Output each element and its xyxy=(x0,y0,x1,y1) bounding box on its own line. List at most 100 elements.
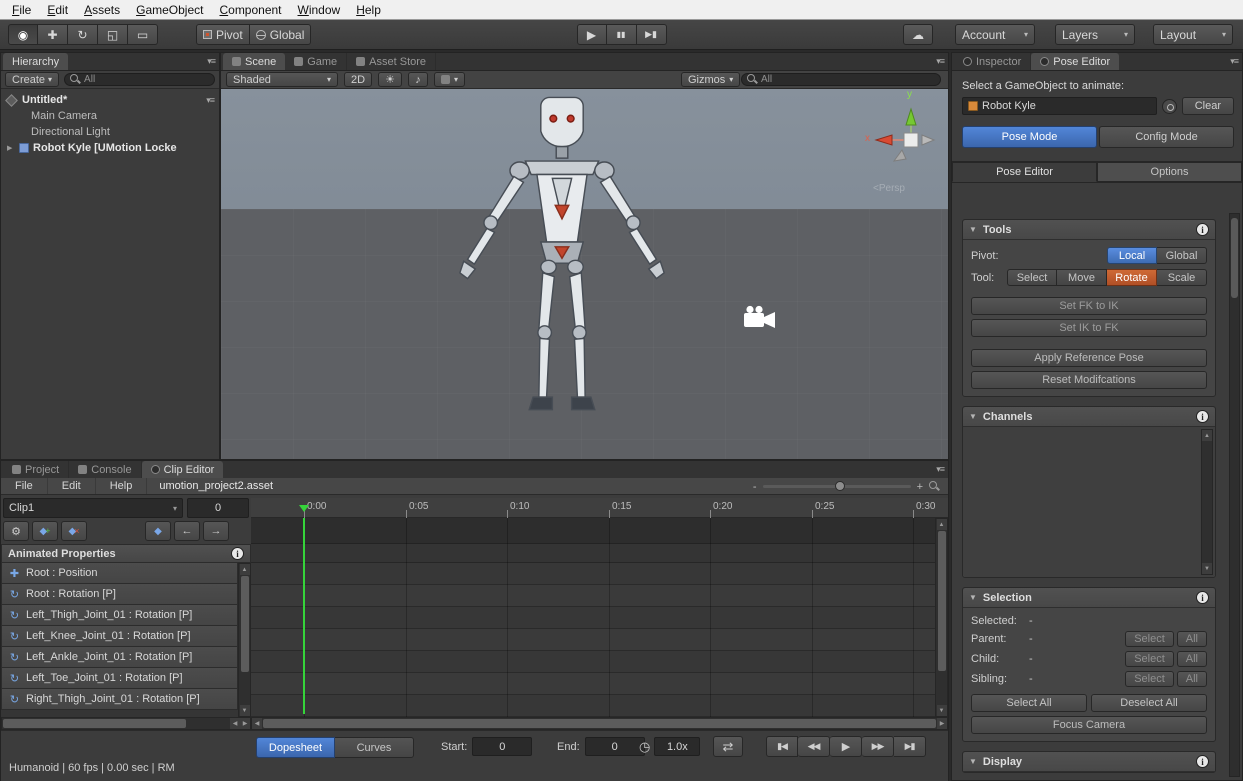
scroll-up-icon[interactable]: ▲ xyxy=(937,519,947,530)
scroll-down-icon[interactable]: ▼ xyxy=(240,705,250,716)
layers-dropdown[interactable]: Layers▾ xyxy=(1055,24,1135,45)
pose-mode-button[interactable]: Pose Mode xyxy=(962,126,1097,148)
property-row-left-ankle[interactable]: ↻ Left_Ankle_Joint_01 : Rotation [P] xyxy=(1,646,238,668)
clip-menu-edit[interactable]: Edit xyxy=(48,478,96,494)
timeline-row[interactable] xyxy=(251,607,937,629)
timeline-row[interactable] xyxy=(251,563,937,585)
apply-reference-pose-button[interactable]: Apply Reference Pose xyxy=(971,349,1207,367)
scroll-right-icon[interactable]: ▶ xyxy=(240,718,250,729)
info-icon[interactable]: i xyxy=(1196,591,1209,604)
tool-move-button[interactable]: Move xyxy=(1057,269,1107,286)
effects-dropdown-button[interactable]: ▾ xyxy=(434,72,465,87)
pause-button[interactable]: ▮▮ xyxy=(607,24,637,45)
scrollbar-thumb[interactable] xyxy=(1231,218,1238,298)
focus-camera-button[interactable]: Focus Camera xyxy=(971,716,1207,734)
menu-file[interactable]: File xyxy=(4,2,39,18)
play-button[interactable]: ▶ xyxy=(577,24,607,45)
hierarchy-search-input[interactable]: All xyxy=(64,73,215,86)
property-row-root-rotation[interactable]: ↻ Root : Rotation [P] xyxy=(1,583,238,605)
hierarchy-item-main-camera[interactable]: Main Camera xyxy=(1,108,219,124)
info-icon[interactable]: i xyxy=(231,547,244,560)
scroll-up-icon[interactable]: ▲ xyxy=(1202,430,1212,441)
tab-hierarchy[interactable]: Hierarchy xyxy=(3,53,68,70)
end-frame-field[interactable]: 0 xyxy=(585,737,645,756)
menu-edit[interactable]: Edit xyxy=(39,2,76,18)
timeline-row[interactable] xyxy=(251,629,937,651)
timeline-row[interactable] xyxy=(251,695,937,717)
pose-editor-panel-menu-icon[interactable]: ▾≡ xyxy=(1230,56,1238,67)
properties-scrollbar[interactable]: ▲ ▼ xyxy=(238,563,251,717)
property-row-left-toe[interactable]: ↻ Left_Toe_Joint_01 : Rotation [P] xyxy=(1,667,238,689)
zoom-in-label[interactable]: + xyxy=(917,481,923,493)
scroll-down-icon[interactable]: ▼ xyxy=(937,705,947,716)
perspective-label[interactable]: <Persp xyxy=(873,183,905,194)
property-row-left-knee[interactable]: ↻ Left_Knee_Joint_01 : Rotation [P] xyxy=(1,625,238,647)
tab-game[interactable]: Game xyxy=(285,53,347,70)
hierarchy-scene-row[interactable]: Untitled* ▾≡ xyxy=(1,92,219,108)
property-row-left-thigh[interactable]: ↻ Left_Thigh_Joint_01 : Rotation [P] xyxy=(1,604,238,626)
tools-section-header[interactable]: ▼ Tools i xyxy=(963,220,1215,240)
info-icon[interactable]: i xyxy=(1196,410,1209,423)
channels-list[interactable]: ▲ ▼ xyxy=(963,427,1215,577)
scroll-left-icon[interactable]: ◀ xyxy=(230,718,240,729)
parent-all-button[interactable]: All xyxy=(1177,631,1207,647)
step-button[interactable]: ▶▮ xyxy=(637,24,667,45)
properties-hscrollbar[interactable]: ◀ ▶ xyxy=(1,717,251,730)
child-all-button[interactable]: All xyxy=(1177,651,1207,667)
tab-scene[interactable]: Scene xyxy=(223,53,285,70)
zoom-search-icon[interactable] xyxy=(929,481,940,492)
info-icon[interactable]: i xyxy=(1196,223,1209,236)
scroll-left-icon[interactable]: ◀ xyxy=(252,718,262,729)
keyframe-strip[interactable] xyxy=(251,518,937,544)
tab-inspector[interactable]: Inspector xyxy=(954,53,1031,70)
menu-help[interactable]: Help xyxy=(348,2,389,18)
tab-project[interactable]: Project xyxy=(3,461,69,478)
tab-clip-editor[interactable]: Clip Editor xyxy=(142,461,224,478)
scene-panel-menu-icon[interactable]: ▾≡ xyxy=(936,56,944,67)
scrollbar-thumb[interactable] xyxy=(938,531,946,671)
timeline-area[interactable] xyxy=(251,518,937,717)
pivot-toggle-button[interactable]: Pivot xyxy=(196,24,250,45)
rotate-tool-button[interactable]: ↻ xyxy=(68,24,98,45)
scene-search-input[interactable]: All xyxy=(741,73,941,86)
pivot-local-button[interactable]: Local xyxy=(1107,247,1157,264)
selection-section-header[interactable]: ▼ Selection i xyxy=(963,588,1215,608)
next-key-button[interactable]: → xyxy=(203,521,229,541)
current-frame-field[interactable]: 0 xyxy=(187,498,249,518)
tab-pose-editor[interactable]: Pose Editor xyxy=(1031,53,1119,70)
delete-keyframe-button[interactable]: ◆× xyxy=(61,521,87,541)
property-row-root-position[interactable]: ✚ Root : Position xyxy=(1,562,238,584)
channels-scrollbar[interactable]: ▲ ▼ xyxy=(1201,429,1213,575)
hierarchy-panel-menu-icon[interactable]: ▾≡ xyxy=(207,56,215,67)
hierarchy-item-directional-light[interactable]: Directional Light xyxy=(1,124,219,140)
scrollbar-thumb[interactable] xyxy=(3,719,186,728)
clip-menu-file[interactable]: File xyxy=(1,478,48,494)
zoom-slider-thumb[interactable] xyxy=(835,481,845,491)
timeline-row[interactable] xyxy=(251,585,937,607)
skip-to-start-button[interactable]: ▮◀ xyxy=(766,736,798,757)
timeline-row[interactable] xyxy=(251,651,937,673)
skip-to-end-button[interactable]: ▶▮ xyxy=(894,736,926,757)
2d-toggle-button[interactable]: 2D xyxy=(344,72,372,87)
scale-tool-button[interactable]: ◱ xyxy=(98,24,128,45)
audio-toggle-button[interactable]: ♪ xyxy=(408,72,428,87)
menu-window[interactable]: Window xyxy=(290,2,349,18)
lighting-toggle-button[interactable]: ☀ xyxy=(378,72,402,87)
object-picker-button[interactable] xyxy=(1162,99,1177,114)
timeline-zoom-slider[interactable] xyxy=(763,485,911,488)
playhead-marker[interactable] xyxy=(299,505,309,517)
menu-gameobject[interactable]: GameObject xyxy=(128,2,211,18)
deselect-all-button[interactable]: Deselect All xyxy=(1091,694,1207,712)
scroll-up-icon[interactable]: ▲ xyxy=(240,564,250,575)
add-keyframe-button[interactable]: ◆+ xyxy=(32,521,58,541)
scrollbar-thumb[interactable] xyxy=(241,576,249,672)
pivot-global-button[interactable]: Global xyxy=(1157,247,1207,264)
clip-play-button[interactable]: ▶ xyxy=(830,736,862,757)
tab-pose-editor-sub[interactable]: Pose Editor xyxy=(952,162,1097,182)
tool-scale-button[interactable]: Scale xyxy=(1157,269,1207,286)
create-dropdown[interactable]: Create▾ xyxy=(5,72,59,87)
timeline-row[interactable] xyxy=(251,673,937,695)
account-dropdown[interactable]: Account▾ xyxy=(955,24,1035,45)
tab-asset-store[interactable]: Asset Store xyxy=(347,53,436,70)
animate-object-field[interactable]: Robot Kyle xyxy=(962,97,1157,115)
